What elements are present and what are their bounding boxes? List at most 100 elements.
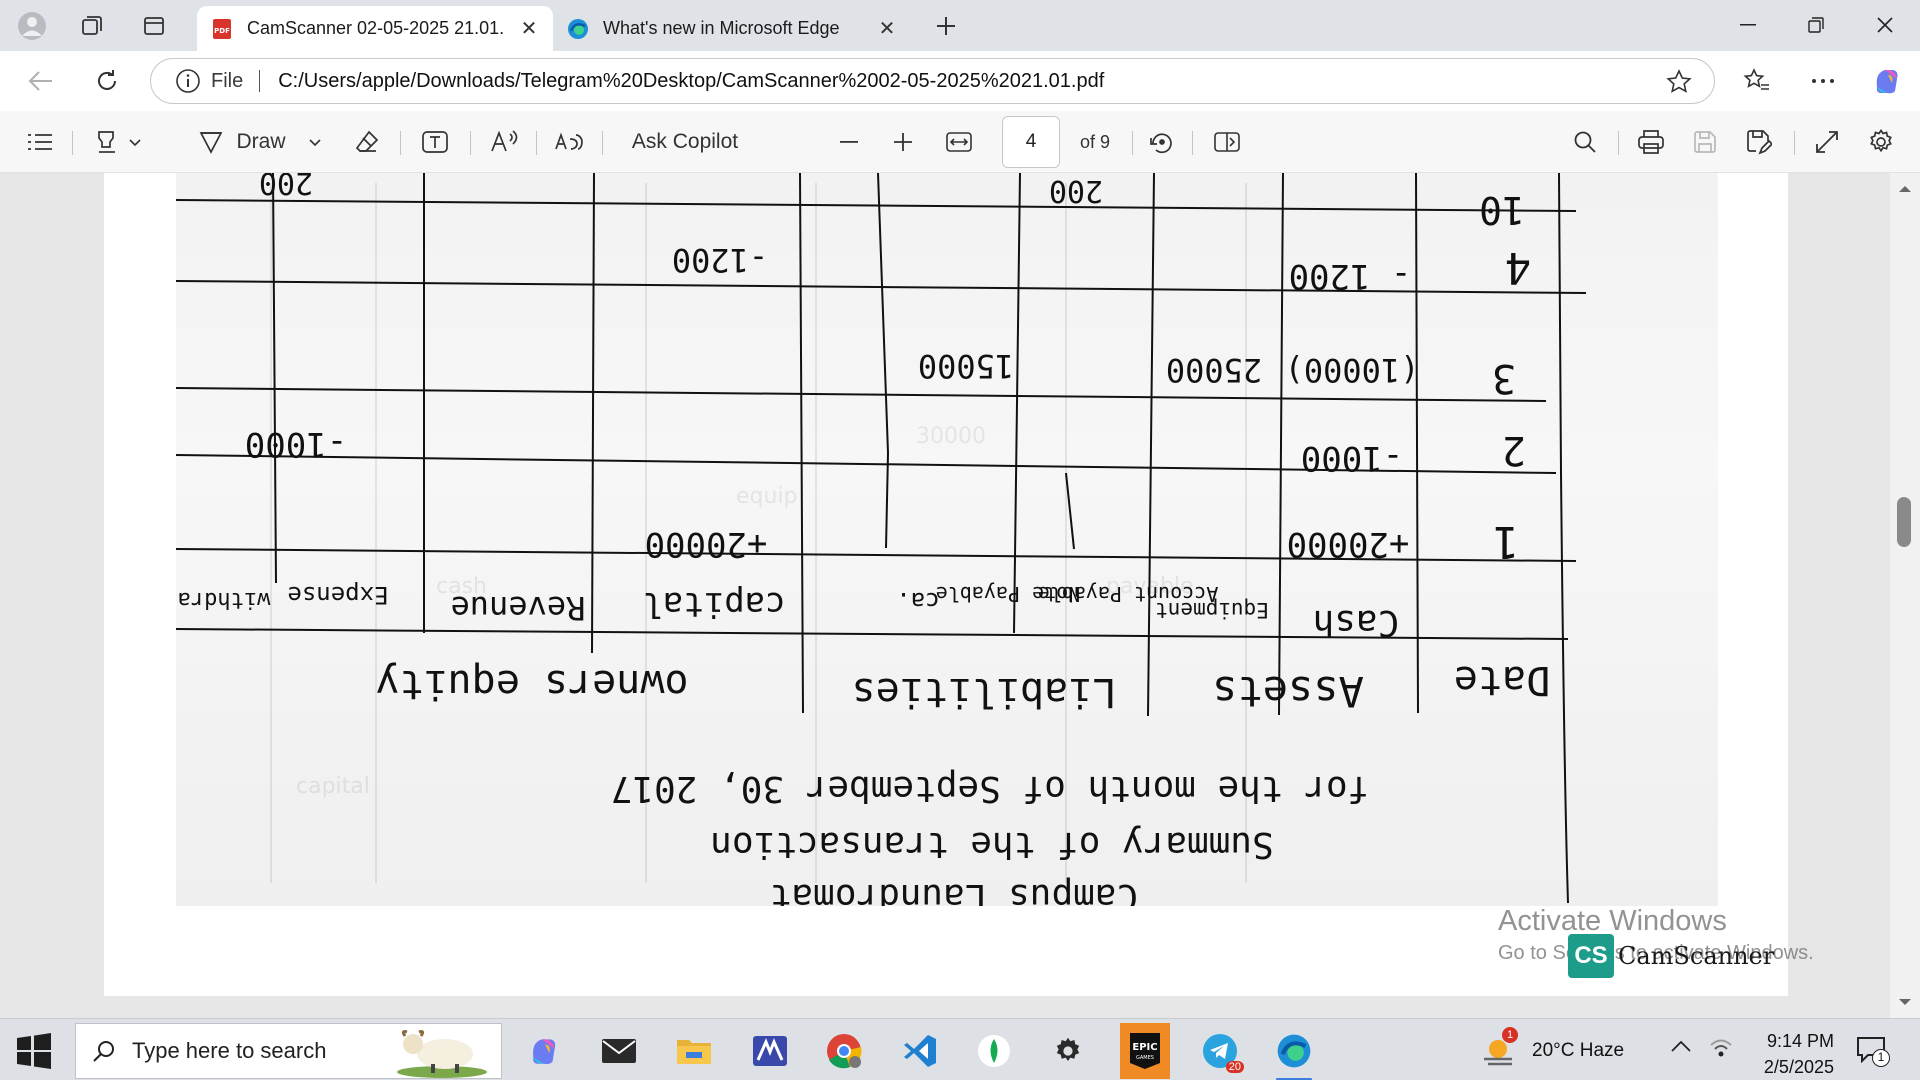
scroll-up-icon[interactable] bbox=[1890, 179, 1920, 199]
notification-count: 1 bbox=[1872, 1049, 1890, 1067]
row-date: 10 bbox=[1479, 188, 1525, 232]
profile-avatar-icon[interactable] bbox=[14, 8, 50, 44]
add-text-icon[interactable] bbox=[414, 123, 456, 161]
col-note-payable: Note Payable bbox=[936, 582, 1081, 606]
col-revenue: Revenue bbox=[451, 589, 586, 627]
row-date: 3 bbox=[1492, 355, 1516, 401]
mail-app-icon[interactable] bbox=[595, 1027, 643, 1075]
scanned-page-image: equip payable capital 30000 cash Date As… bbox=[176, 173, 1718, 906]
wifi-icon[interactable] bbox=[1708, 1037, 1734, 1064]
info-icon[interactable] bbox=[175, 68, 201, 94]
row-date: 1 bbox=[1493, 516, 1520, 567]
restore-icon[interactable] bbox=[1782, 0, 1850, 50]
close-tab-icon[interactable]: ✕ bbox=[875, 17, 899, 41]
divider bbox=[536, 131, 537, 155]
file-explorer-icon[interactable] bbox=[670, 1027, 718, 1075]
row-capital: +20000 bbox=[645, 524, 768, 564]
row-expense: 200 bbox=[259, 173, 313, 200]
scrollbar-thumb[interactable] bbox=[1897, 497, 1911, 547]
zoom-in-icon[interactable] bbox=[884, 123, 922, 161]
address-bar[interactable]: File C:/Users/apple/Downloads/Telegram%2… bbox=[150, 58, 1715, 104]
taskbar-search-box[interactable]: Type here to search bbox=[75, 1023, 502, 1079]
svg-text:equip: equip bbox=[736, 484, 798, 509]
header-liabilities: Liabilities bbox=[852, 669, 1117, 715]
ask-copilot-label: Ask Copilot bbox=[631, 130, 739, 153]
rotate-icon[interactable] bbox=[1142, 123, 1180, 161]
notifications-icon[interactable]: 1 bbox=[1856, 1035, 1896, 1071]
col-withdrawal: withdra bbox=[178, 587, 271, 612]
authenticator-app-icon[interactable] bbox=[746, 1027, 794, 1075]
telegram-app-icon[interactable]: 20 bbox=[1196, 1027, 1244, 1075]
row-cash: (10000) bbox=[1285, 351, 1420, 389]
copilot-icon[interactable] bbox=[1868, 62, 1906, 100]
camscanner-logo-icon: CS bbox=[1568, 934, 1614, 978]
page-number-input[interactable]: 4 bbox=[1002, 116, 1060, 168]
draw-button[interactable]: Draw bbox=[190, 123, 330, 161]
url-text[interactable]: C:/Users/apple/Downloads/Telegram%20Desk… bbox=[278, 70, 1104, 93]
divider bbox=[470, 131, 471, 155]
copilot-app-icon[interactable] bbox=[520, 1027, 568, 1075]
minimize-icon[interactable] bbox=[1714, 0, 1782, 50]
doc-heading-business: Campus Laundromat bbox=[770, 876, 1138, 906]
favorite-star-icon[interactable] bbox=[1666, 69, 1692, 95]
settings-gear-icon[interactable] bbox=[1862, 123, 1900, 161]
col-ca: ca. bbox=[896, 587, 939, 615]
page-view-icon[interactable] bbox=[1208, 123, 1246, 161]
address-bar-row: File C:/Users/apple/Downloads/Telegram%2… bbox=[0, 51, 1920, 111]
svg-text:30000: 30000 bbox=[916, 424, 986, 449]
weather-widget[interactable]: 1 20°C Haze bbox=[1482, 1027, 1642, 1073]
save-icon[interactable] bbox=[1686, 123, 1724, 161]
print-icon[interactable] bbox=[1632, 123, 1670, 161]
divider bbox=[72, 131, 73, 155]
epic-games-app-icon[interactable]: EPIC GAMES bbox=[1120, 1023, 1170, 1079]
camscanner-brand: CamScanner bbox=[1618, 942, 1775, 970]
svg-text:GAMES: GAMES bbox=[1136, 1055, 1154, 1061]
scroll-down-icon[interactable] bbox=[1890, 992, 1920, 1012]
close-tab-icon[interactable]: ✕ bbox=[517, 17, 541, 41]
tab-edge-whats-new[interactable]: What's new in Microsoft Edge ✕ bbox=[553, 6, 911, 51]
read-aloud-icon[interactable] bbox=[484, 123, 524, 161]
back-icon[interactable] bbox=[22, 62, 60, 100]
fullscreen-icon[interactable] bbox=[1808, 123, 1846, 161]
vscode-app-icon[interactable] bbox=[896, 1027, 944, 1075]
taskbar: Type here to search EPIC GAMES 20 1 20°C … bbox=[0, 1018, 1920, 1080]
tab-pdf[interactable]: PDF CamScanner 02-05-2025 21.01.pdf ✕ bbox=[197, 6, 553, 51]
show-hidden-icons[interactable] bbox=[1670, 1039, 1692, 1058]
edge-icon bbox=[568, 18, 588, 39]
divider bbox=[259, 70, 261, 92]
telegram-badge: 20 bbox=[1225, 1061, 1244, 1073]
refresh-icon[interactable] bbox=[88, 62, 126, 100]
divider bbox=[1618, 131, 1619, 155]
row-date: 2 bbox=[1502, 427, 1526, 473]
workspaces-icon[interactable] bbox=[74, 8, 110, 44]
eraser-icon[interactable] bbox=[348, 123, 386, 161]
highlight-button[interactable] bbox=[88, 123, 148, 161]
settings-app-icon[interactable] bbox=[1044, 1027, 1092, 1075]
row-cash: -1000 bbox=[1301, 438, 1403, 478]
windows-start-icon[interactable] bbox=[14, 1033, 54, 1069]
search-placeholder: Type here to search bbox=[132, 1038, 327, 1063]
save-as-icon[interactable] bbox=[1740, 123, 1778, 161]
zoom-out-icon[interactable] bbox=[830, 123, 868, 161]
ask-copilot-button[interactable]: Ask Copilot bbox=[620, 123, 750, 161]
fit-width-icon[interactable] bbox=[940, 123, 978, 161]
more-options-icon[interactable] bbox=[1804, 62, 1842, 100]
tab-title: CamScanner 02-05-2025 21.01.pdf bbox=[247, 18, 505, 38]
tab-actions-icon[interactable] bbox=[136, 8, 172, 44]
edge-app-icon[interactable] bbox=[1270, 1027, 1318, 1080]
vertical-scrollbar[interactable] bbox=[1890, 173, 1920, 1018]
tab-title: What's new in Microsoft Edge bbox=[603, 18, 840, 38]
find-icon[interactable] bbox=[1566, 123, 1604, 161]
chrome-app-icon[interactable] bbox=[820, 1027, 868, 1075]
translate-icon[interactable] bbox=[550, 123, 590, 161]
chevron-down-icon bbox=[308, 139, 321, 147]
row-equipment: 25000 bbox=[1166, 351, 1262, 389]
mongodb-app-icon[interactable] bbox=[970, 1027, 1018, 1075]
clock[interactable]: 9:14 PM 2/5/2025 bbox=[1748, 1023, 1848, 1077]
contents-list-icon[interactable] bbox=[22, 123, 58, 161]
svg-text:EPIC: EPIC bbox=[1132, 1042, 1157, 1053]
divider bbox=[1132, 131, 1133, 155]
new-tab-icon[interactable] bbox=[928, 8, 964, 44]
close-window-icon[interactable] bbox=[1851, 0, 1919, 50]
favorites-icon[interactable] bbox=[1738, 62, 1776, 100]
